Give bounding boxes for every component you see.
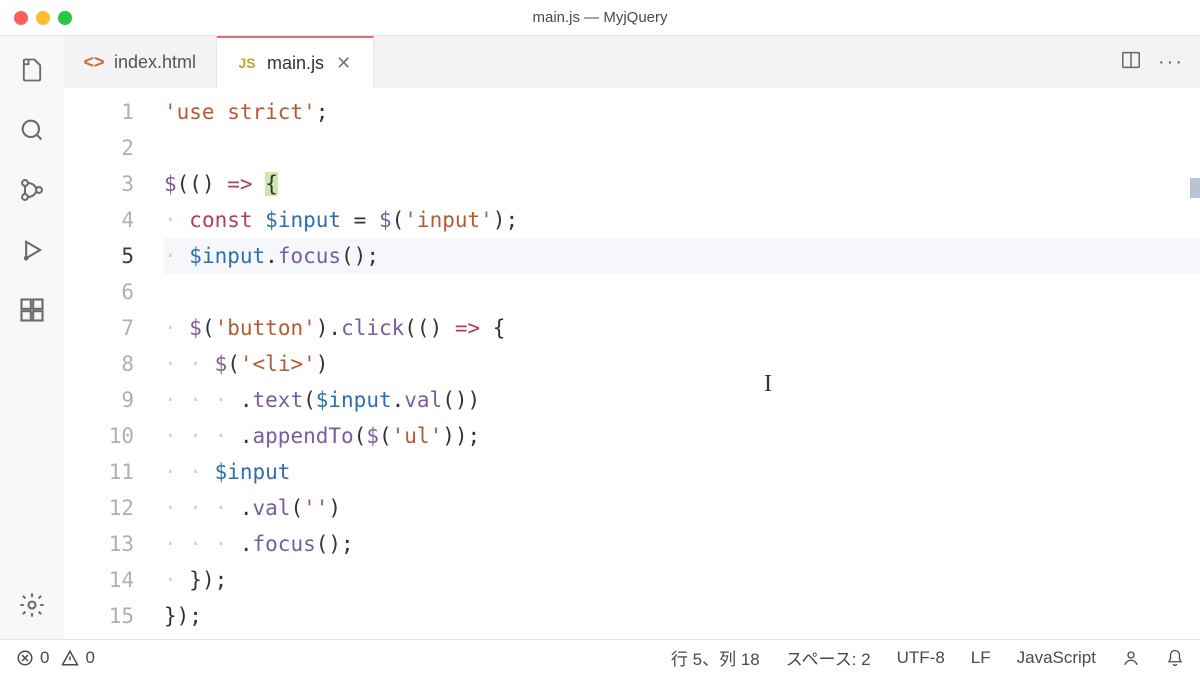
error-count: 0 — [40, 648, 49, 668]
js-file-icon: JS — [237, 53, 257, 73]
window-title: main.js — MyjQuery — [532, 9, 667, 26]
code-line[interactable]: · · $input — [164, 454, 1200, 490]
feedback-icon[interactable] — [1122, 648, 1140, 668]
warning-count: 0 — [85, 648, 94, 668]
line-number: 6 — [64, 274, 134, 310]
eol-setting[interactable]: LF — [971, 648, 991, 668]
explorer-icon[interactable] — [16, 54, 48, 86]
tab-label: index.html — [114, 52, 196, 73]
status-bar: 0 0 行 5、列 18 スペース: 2 UTF-8 LF JavaScript — [0, 639, 1200, 675]
editor-region: <> index.html JS main.js ✕ ··· 123456789… — [64, 36, 1200, 639]
code-line[interactable]: · $('button').click(() => { — [164, 310, 1200, 346]
line-number: 11 — [64, 454, 134, 490]
code-editor[interactable]: 123456789101112131415 'use strict';$(() … — [64, 88, 1200, 639]
line-number: 7 — [64, 310, 134, 346]
code-line[interactable]: · · · .focus(); — [164, 526, 1200, 562]
code-line[interactable] — [164, 274, 1200, 310]
line-number: 13 — [64, 526, 134, 562]
code-content[interactable]: 'use strict'; $(() => {· const $input = $… — [164, 88, 1200, 639]
encoding-setting[interactable]: UTF-8 — [897, 648, 945, 668]
tab-label: main.js — [267, 53, 324, 74]
more-actions-icon[interactable]: ··· — [1158, 51, 1184, 74]
tab-bar: <> index.html JS main.js ✕ ··· — [64, 36, 1200, 88]
code-line[interactable]: · · · .appendTo($('ul')); — [164, 418, 1200, 454]
editor-actions: ··· — [1120, 36, 1200, 88]
main-layout: <> index.html JS main.js ✕ ··· 123456789… — [0, 36, 1200, 639]
close-tab-icon[interactable]: ✕ — [334, 53, 353, 74]
line-number: 3 — [64, 166, 134, 202]
line-number: 8 — [64, 346, 134, 382]
html-file-icon: <> — [84, 52, 104, 72]
line-number: 15 — [64, 598, 134, 634]
run-debug-icon[interactable] — [16, 234, 48, 266]
code-line[interactable]: · const $input = $('input'); — [164, 202, 1200, 238]
line-number: 5 — [64, 238, 134, 274]
notifications-bell-icon[interactable] — [1166, 648, 1184, 668]
line-number: 14 — [64, 562, 134, 598]
line-number: 9 — [64, 382, 134, 418]
line-number: 1 — [64, 94, 134, 130]
split-editor-icon[interactable] — [1120, 49, 1142, 76]
indentation-setting[interactable]: スペース: 2 — [786, 645, 871, 670]
line-number-gutter: 123456789101112131415 — [64, 88, 164, 639]
source-control-icon[interactable] — [16, 174, 48, 206]
tab-index-html[interactable]: <> index.html — [64, 36, 217, 88]
titlebar: main.js — MyjQuery — [0, 0, 1200, 36]
code-line[interactable]: · $input.focus(); — [164, 238, 1200, 274]
minimize-window-button[interactable] — [36, 11, 50, 25]
activity-bar — [0, 36, 64, 639]
code-line[interactable]: }); — [164, 598, 1200, 634]
cursor-position[interactable]: 行 5、列 18 — [671, 645, 760, 670]
tab-main-js[interactable]: JS main.js ✕ — [217, 36, 374, 88]
traffic-lights — [14, 11, 72, 25]
code-line[interactable]: · · · .val('') — [164, 490, 1200, 526]
close-window-button[interactable] — [14, 11, 28, 25]
code-line[interactable]: $(() => { — [164, 166, 1200, 202]
status-problems[interactable]: 0 0 — [16, 648, 95, 668]
code-line[interactable]: · · · .text($input.val()) — [164, 382, 1200, 418]
warning-count-icon — [61, 648, 79, 668]
text-cursor-icon: I — [764, 366, 772, 402]
code-line[interactable]: · }); — [164, 562, 1200, 598]
line-number: 2 — [64, 130, 134, 166]
search-icon[interactable] — [16, 114, 48, 146]
code-line[interactable]: · · $('<li>') — [164, 346, 1200, 382]
maximize-window-button[interactable] — [58, 11, 72, 25]
settings-gear-icon[interactable] — [16, 589, 48, 621]
code-line[interactable]: 'use strict'; — [164, 94, 1200, 130]
line-number: 4 — [64, 202, 134, 238]
line-number: 12 — [64, 490, 134, 526]
extensions-icon[interactable] — [16, 294, 48, 326]
line-number: 10 — [64, 418, 134, 454]
minimap-indicator[interactable] — [1190, 178, 1200, 198]
code-line[interactable] — [164, 130, 1200, 166]
error-count-icon — [16, 648, 34, 668]
language-mode[interactable]: JavaScript — [1017, 648, 1096, 668]
